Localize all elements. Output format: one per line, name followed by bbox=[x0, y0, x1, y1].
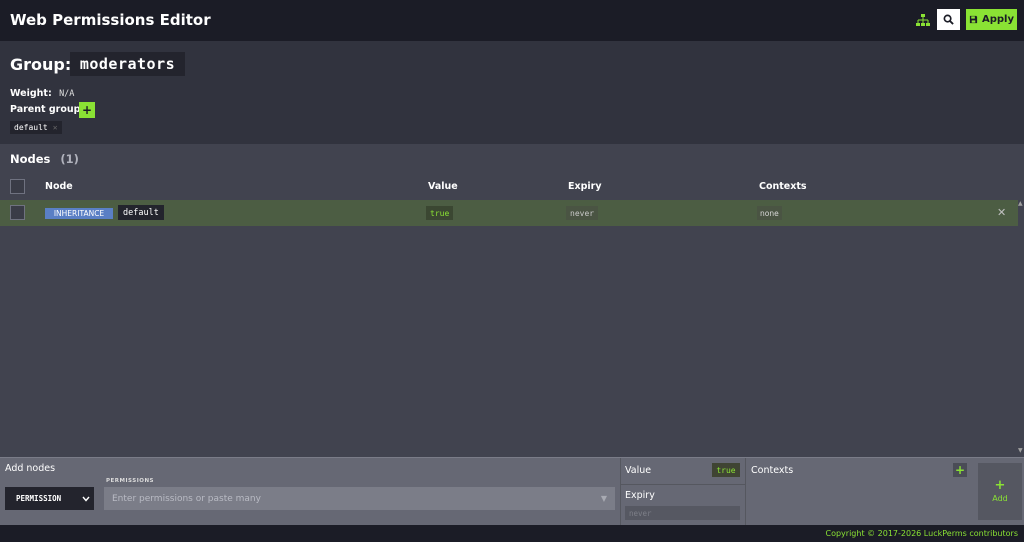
group-label: Group: bbox=[10, 55, 72, 74]
node-type-select[interactable]: PERMISSION bbox=[5, 487, 94, 510]
search-button[interactable] bbox=[937, 9, 960, 30]
nodes-title: Nodes (1) bbox=[10, 152, 79, 166]
expiry-label: Expiry bbox=[625, 490, 655, 501]
node-key[interactable]: default bbox=[118, 205, 164, 220]
search-icon bbox=[943, 14, 954, 25]
permissions-placeholder: Enter permissions or paste many bbox=[112, 493, 261, 504]
top-bar: Web Permissions Editor Apply bbox=[0, 0, 1024, 41]
app-title: Web Permissions Editor bbox=[10, 11, 211, 29]
weight-label: Weight: bbox=[10, 88, 52, 99]
column-header-value[interactable]: Value bbox=[428, 181, 458, 192]
add-node-button[interactable]: + Add bbox=[978, 463, 1022, 520]
column-header-contexts[interactable]: Contexts bbox=[759, 181, 807, 192]
node-expiry[interactable]: never bbox=[566, 206, 599, 220]
add-parent-group-button[interactable]: + bbox=[79, 102, 95, 118]
apply-button[interactable]: Apply bbox=[966, 9, 1017, 30]
add-label: Add bbox=[992, 494, 1008, 503]
plus-icon: + bbox=[994, 478, 1006, 493]
group-header: Group: moderators Weight: N/A Parent gro… bbox=[0, 41, 1024, 144]
node-value[interactable]: true bbox=[426, 206, 454, 220]
permissions-input[interactable]: Enter permissions or paste many ▼ bbox=[104, 487, 615, 510]
permissions-label: PERMISSIONS bbox=[106, 478, 155, 484]
dropdown-caret-icon[interactable]: ▼ bbox=[601, 494, 607, 503]
group-name: moderators bbox=[70, 52, 185, 76]
scroll-up-arrow-icon[interactable]: ▲ bbox=[1018, 200, 1024, 210]
nodes-count: (1) bbox=[60, 152, 79, 166]
divider bbox=[745, 458, 746, 526]
node-contexts[interactable]: none bbox=[757, 206, 782, 220]
expiry-input[interactable]: never bbox=[625, 506, 740, 520]
value-toggle[interactable]: true bbox=[712, 463, 740, 477]
contexts-label: Contexts bbox=[751, 465, 794, 476]
save-icon bbox=[969, 15, 978, 24]
column-header-expiry[interactable]: Expiry bbox=[568, 181, 602, 192]
divider bbox=[621, 484, 745, 485]
scroll-down-arrow-icon[interactable]: ▼ bbox=[1018, 447, 1024, 457]
copyright-text: Copyright © 2017-2026 LuckPerms contribu… bbox=[825, 529, 1018, 538]
add-context-button[interactable]: + bbox=[953, 463, 967, 477]
remove-parent-icon[interactable]: ✕ bbox=[53, 123, 58, 132]
weight-row: Weight: N/A bbox=[10, 88, 74, 99]
inheritance-badge: INHERITANCE bbox=[45, 208, 113, 219]
parent-group-name: default bbox=[14, 123, 48, 132]
weight-value[interactable]: N/A bbox=[59, 89, 74, 99]
parent-group-chip[interactable]: default ✕ bbox=[10, 121, 62, 134]
value-label: Value bbox=[625, 465, 652, 476]
tree-view-icon[interactable] bbox=[915, 12, 931, 28]
delete-node-icon[interactable]: ✕ bbox=[997, 206, 1006, 219]
node-type-selected: PERMISSION bbox=[16, 494, 62, 503]
value-expiry-box: Value true Expiry never bbox=[621, 458, 745, 526]
table-row[interactable]: INHERITANCE default true never none ✕ bbox=[0, 200, 1018, 226]
footer: Copyright © 2017-2026 LuckPerms contribu… bbox=[0, 525, 1024, 542]
add-nodes-panel: Add nodes PERMISSION PERMISSIONS Enter p… bbox=[0, 457, 1024, 526]
add-nodes-title: Add nodes bbox=[5, 463, 56, 474]
chevron-down-icon bbox=[82, 496, 90, 502]
nodes-title-label: Nodes bbox=[10, 152, 51, 166]
select-all-checkbox[interactable] bbox=[10, 179, 25, 194]
parent-groups-label: Parent groups bbox=[10, 104, 87, 115]
column-header-node[interactable]: Node bbox=[45, 181, 73, 192]
apply-label: Apply bbox=[981, 14, 1014, 25]
row-checkbox[interactable] bbox=[10, 205, 25, 220]
